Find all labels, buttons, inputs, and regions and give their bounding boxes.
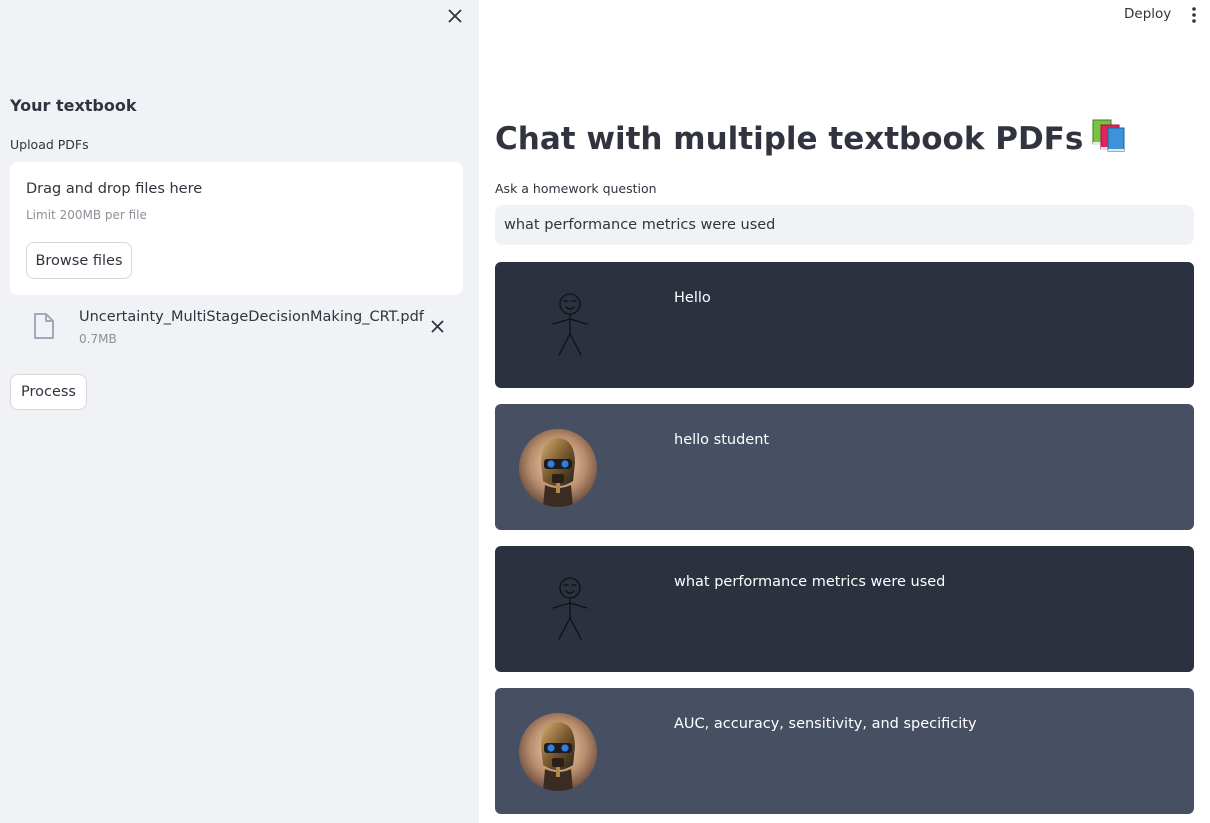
chat-message-text: what performance metrics were used xyxy=(674,574,946,590)
chat-message-user: Hello xyxy=(495,262,1194,388)
browse-files-button[interactable]: Browse files xyxy=(26,242,132,279)
remove-file-icon[interactable] xyxy=(426,315,448,337)
chat-message-bot: hello student xyxy=(495,404,1194,530)
uploaded-file-item: Uncertainty_MultiStageDecisionMaking_CRT… xyxy=(30,306,455,352)
page-title-text: Chat with multiple textbook PDFs xyxy=(495,121,1084,157)
chat-message-bot: AUC, accuracy, sensitivity, and specific… xyxy=(495,688,1194,814)
file-size: 0.7MB xyxy=(79,332,117,346)
dropzone-instructions: Drag and drop files here xyxy=(26,181,203,197)
main-menu-icon[interactable] xyxy=(1186,5,1202,25)
chat-message-user: what performance metrics were used xyxy=(495,546,1194,672)
page-title: Chat with multiple textbook PDFs xyxy=(495,118,1127,160)
process-button[interactable]: Process xyxy=(10,374,87,410)
file-dropzone[interactable]: Drag and drop files here Limit 200MB per… xyxy=(10,162,463,295)
chat-message-text: Hello xyxy=(674,290,711,306)
question-input[interactable] xyxy=(495,205,1194,245)
books-emoji-icon xyxy=(1089,118,1127,160)
main-content: Deploy Chat with multiple textbook PDFs … xyxy=(479,0,1210,823)
dropzone-limit: Limit 200MB per file xyxy=(26,208,147,222)
stick-figure-icon xyxy=(519,571,597,649)
deploy-button[interactable]: Deploy xyxy=(1124,6,1171,22)
close-sidebar-icon[interactable] xyxy=(444,5,466,27)
file-icon xyxy=(33,313,55,343)
chat-message-text: AUC, accuracy, sensitivity, and specific… xyxy=(674,716,977,732)
question-label: Ask a homework question xyxy=(495,181,657,196)
file-name: Uncertainty_MultiStageDecisionMaking_CRT… xyxy=(79,309,424,325)
sidebar: Your textbook Upload PDFs Drag and drop … xyxy=(0,0,479,823)
upload-label: Upload PDFs xyxy=(10,137,89,152)
chat-message-text: hello student xyxy=(674,432,770,448)
stick-figure-icon xyxy=(519,287,597,365)
robot-avatar xyxy=(519,429,597,507)
sidebar-title: Your textbook xyxy=(10,96,137,115)
robot-avatar xyxy=(519,713,597,791)
